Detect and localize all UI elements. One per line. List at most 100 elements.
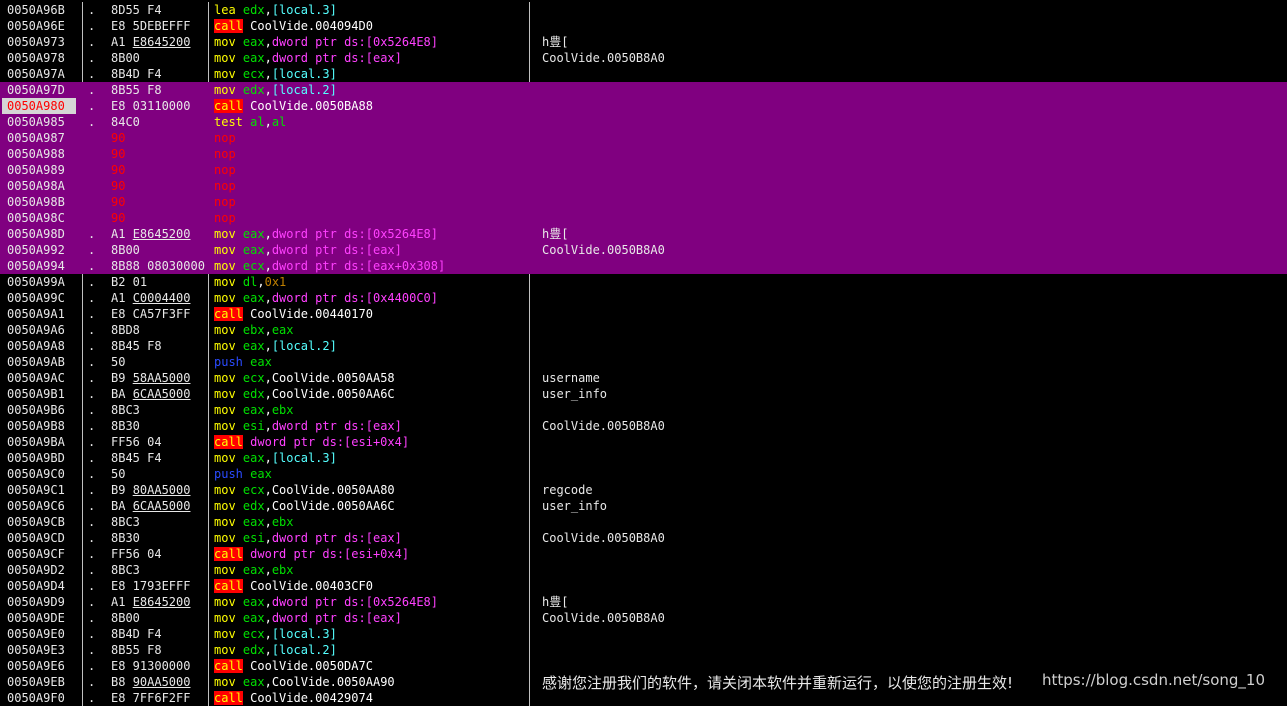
asm-token-mnem: mov — [214, 275, 243, 289]
hex-bytes: 8B00 — [111, 611, 140, 625]
disasm-row[interactable]: 0050A98C 90 nop — [0, 210, 1287, 226]
disassembly-pane[interactable]: 0050A96B. 8D55 F4 lea edx,[local.3] 0050A96… — [0, 2, 1287, 706]
asm-token-reg: al — [250, 115, 265, 129]
asm-token-reg: ebx — [271, 515, 294, 529]
disasm-row[interactable]: 0050A9D4. E8 1793EFFF call CoolVide.00403C… — [0, 578, 1287, 594]
hex-dump-cell: E8 CA57F3FF — [111, 306, 209, 322]
disasm-row[interactable]: 0050A980. E8 03110000 call CoolVide.0050BA… — [0, 98, 1287, 114]
disasm-row[interactable]: 0050A9CD. 8B30 mov esi,dword ptr ds:[eax] C… — [0, 530, 1287, 546]
asm-token-txt: , — [257, 275, 265, 289]
instruction-cell: mov eax,ebx — [214, 402, 528, 418]
asm-token-txt: , — [264, 627, 272, 641]
disasm-row[interactable]: 0050A973. A1 E8645200 mov eax,dword ptr ds… — [0, 34, 1287, 50]
disasm-row[interactable]: 0050A9B8. 8B30 mov esi,dword ptr ds:[eax] C… — [0, 418, 1287, 434]
disasm-row[interactable]: 0050A987 90 nop — [0, 130, 1287, 146]
jump-marker: . — [88, 451, 96, 465]
asm-token-txt: , — [264, 611, 272, 625]
instruction-cell: call CoolVide.0050DA7C — [214, 658, 528, 674]
disasm-row[interactable]: 0050A9C1. B9 80AA5000 mov ecx,CoolVide.005… — [0, 482, 1287, 498]
jump-marker: . — [88, 547, 96, 561]
disasm-row[interactable]: 0050A9CF. FF56 04 call dword ptr ds:[esi+0… — [0, 546, 1287, 562]
disasm-row[interactable]: 0050A9A6. 8BD8 mov ebx,eax — [0, 322, 1287, 338]
disasm-row[interactable]: 0050A9CB. 8BC3 mov eax,ebx — [0, 514, 1287, 530]
asm-token-txt: CoolVide.00429074 — [242, 691, 373, 705]
hex-dump-cell: B8 90AA5000 — [111, 674, 209, 690]
comment-cell: h豊[ — [542, 35, 576, 49]
disasm-row[interactable]: 0050A978. 8B00 mov eax,dword ptr ds:[eax] C… — [0, 50, 1287, 66]
asm-token-txt: , — [264, 531, 272, 545]
watermark: https://blog.csdn.net/song_10 — [1041, 671, 1265, 689]
disasm-row[interactable]: 0050A9AC. B9 58AA5000 mov ecx,CoolVide.005… — [0, 370, 1287, 386]
disasm-row[interactable]: 0050A985. 84C0 test al,al — [0, 114, 1287, 130]
asm-token-mnem: mov — [214, 83, 243, 97]
jump-marker: . — [88, 659, 96, 673]
disasm-row[interactable]: 0050A9C6. BA 6CAA5000 mov edx,CoolVide.005… — [0, 498, 1287, 514]
hex-dump-cell: 8B45 F4 — [111, 450, 209, 466]
jump-marker: . — [88, 403, 96, 417]
disasm-row[interactable]: 0050A9AB. 50 push eax — [0, 354, 1287, 370]
comment-cell: h豊[ — [542, 227, 576, 241]
disasm-row[interactable]: 0050A9D9. A1 E8645200 mov eax,dword ptr ds… — [0, 594, 1287, 610]
disasm-row[interactable]: 0050A99C. A1 C0004400 mov eax,dword ptr ds… — [0, 290, 1287, 306]
asm-token-reg: ebx — [271, 403, 294, 417]
disasm-row[interactable]: 0050A99A. B2 01 mov dl,0x1 — [0, 274, 1287, 290]
disasm-row[interactable]: 0050A98B 90 nop — [0, 194, 1287, 210]
disasm-row[interactable]: 0050A9BD. 8B45 F4 mov eax,[local.3] — [0, 450, 1287, 466]
jump-marker: . — [88, 595, 96, 609]
disasm-row[interactable]: 0050A9BA. FF56 04 call dword ptr ds:[esi+0… — [0, 434, 1287, 450]
disasm-row[interactable]: 0050A989 90 nop — [0, 162, 1287, 178]
asm-token-mnem: mov — [214, 531, 243, 545]
disasm-row[interactable]: 0050A9B1. BA 6CAA5000 mov edx,CoolVide.005… — [0, 386, 1287, 402]
instruction-cell: nop — [214, 146, 528, 162]
comment-cell — [542, 354, 1082, 370]
disasm-row[interactable]: 0050A992. 8B00 mov eax,dword ptr ds:[eax] C… — [0, 242, 1287, 258]
asm-token-reg: ecx — [242, 259, 265, 273]
asm-token-ptr: dword ptr ds:[0x5264E8] — [271, 227, 438, 241]
disasm-row[interactable]: 0050A9C0. 50 push eax — [0, 466, 1287, 482]
address-cell: 0050A97D — [7, 83, 65, 97]
instruction-cell: mov eax,ebx — [214, 514, 528, 530]
disasm-row[interactable]: 0050A9E0. 8B4D F4 mov ecx,[local.3] — [0, 626, 1287, 642]
hex-bytes: 90 — [111, 163, 126, 177]
asm-token-call: call — [214, 307, 243, 321]
disasm-row[interactable]: 0050A98D. A1 E8645200 mov eax,dword ptr ds… — [0, 226, 1287, 242]
disasm-row[interactable]: 0050A9E3. 8B55 F8 mov edx,[local.2] — [0, 642, 1287, 658]
disasm-row[interactable]: 0050A97D. 8B55 F8 mov edx,[local.2] — [0, 82, 1287, 98]
asm-token-nop: nop — [214, 195, 236, 209]
disasm-row[interactable]: 0050A98A 90 nop — [0, 178, 1287, 194]
disasm-row[interactable]: 0050A9B6. 8BC3 mov eax,ebx — [0, 402, 1287, 418]
asm-token-ptr: dword ptr ds:[eax] — [271, 243, 402, 257]
asm-token-mnem: mov — [214, 483, 243, 497]
jump-marker: . — [88, 387, 96, 401]
address-cell: 0050A9E0 — [7, 627, 65, 641]
hex-bytes: A1 — [111, 291, 133, 305]
address-cell: 0050A987 — [7, 131, 65, 145]
instruction-cell: mov eax,dword ptr ds:[0x5264E8] — [214, 226, 528, 242]
comment-cell — [542, 2, 1082, 18]
instruction-cell: lea edx,[local.3] — [214, 2, 528, 18]
asm-token-reg: eax — [242, 595, 265, 609]
disasm-row[interactable]: 0050A9A8. 8B45 F8 mov eax,[local.2] — [0, 338, 1287, 354]
address-cell: 0050A9E3 — [7, 643, 65, 657]
address-cell: 0050A994 — [7, 259, 65, 273]
disasm-row[interactable]: 0050A988 90 nop — [0, 146, 1287, 162]
hex-bytes: 8B30 — [111, 531, 140, 545]
hex-dump-cell: 50 — [111, 466, 209, 482]
comment-cell: CoolVide.0050B8A0 — [542, 419, 665, 433]
jump-marker: . — [88, 371, 96, 385]
instruction-cell: mov ecx,dword ptr ds:[eax+0x308] — [214, 258, 528, 274]
disasm-row[interactable]: 0050A97A. 8B4D F4 mov ecx,[local.3] — [0, 66, 1287, 82]
disasm-row[interactable]: 0050A994. 8B88 08030000 mov ecx,dword ptr … — [0, 258, 1287, 274]
disasm-row[interactable]: 0050A96E. E8 5DEBEFFF call CoolVide.004094… — [0, 18, 1287, 34]
disasm-row[interactable]: 0050A96B. 8D55 F4 lea edx,[local.3] — [0, 2, 1287, 18]
hex-dump-cell: E8 03110000 — [111, 98, 209, 114]
hex-dump-cell: E8 1793EFFF — [111, 578, 209, 594]
address-cell: 0050A985 — [7, 115, 65, 129]
disasm-row[interactable]: 0050A9A1. E8 CA57F3FF call CoolVide.004401… — [0, 306, 1287, 322]
instruction-cell: mov ecx,[local.3] — [214, 626, 528, 642]
disasm-row[interactable]: 0050A9DE. 8B00 mov eax,dword ptr ds:[eax] C… — [0, 610, 1287, 626]
hex-dump-cell: 90 — [111, 130, 209, 146]
disasm-row[interactable]: 0050A9D2. 8BC3 mov eax,ebx — [0, 562, 1287, 578]
instruction-cell: mov ecx,CoolVide.0050AA80 — [214, 482, 528, 498]
hex-bytes: 8B00 — [111, 243, 140, 257]
